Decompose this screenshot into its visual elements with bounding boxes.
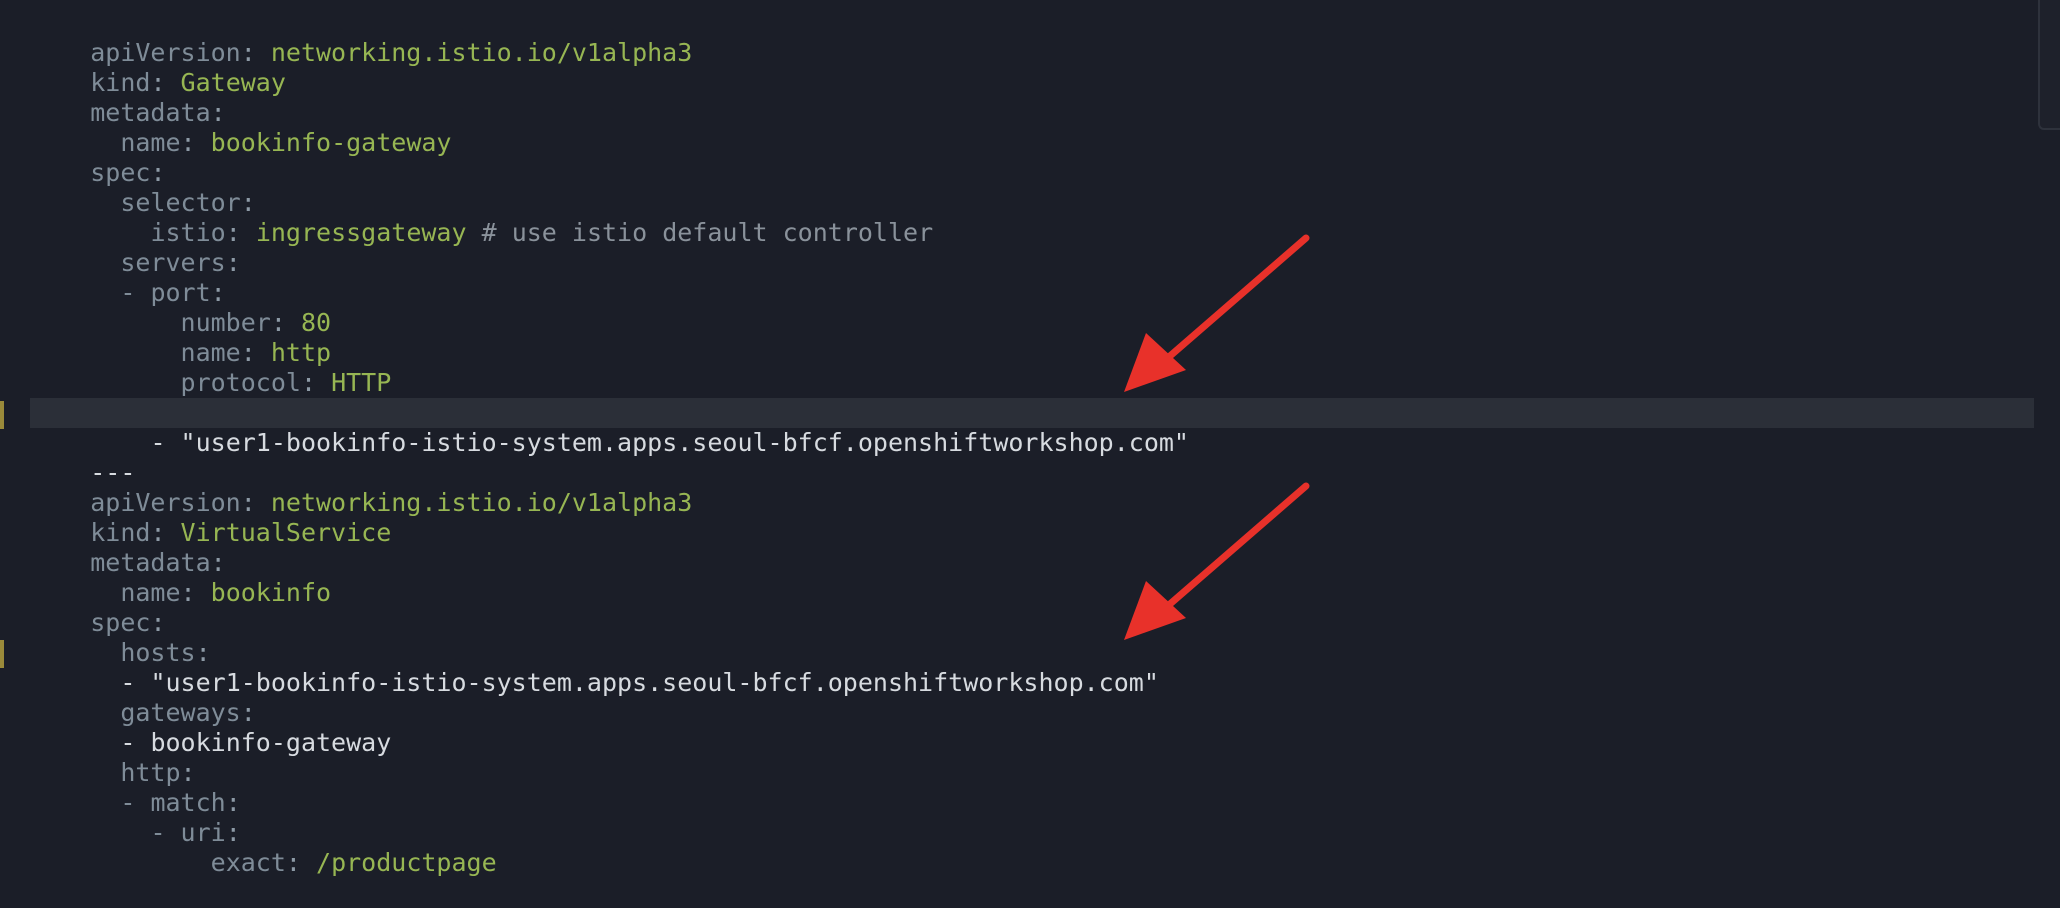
code-line: apiVersion: networking.istio.io/v1alpha3: [30, 458, 692, 517]
code-line: exact: /productpage: [30, 818, 497, 877]
code-line: - uri:: [30, 788, 240, 847]
host-string: "user1-bookinfo-istio-system.apps.seoul-…: [150, 668, 1159, 697]
code-line: protocol: HTTP: [30, 338, 392, 397]
scrollbar-thumb[interactable]: [2038, 0, 2060, 130]
code-line: servers:: [30, 218, 240, 277]
list-dash: -: [150, 428, 181, 457]
yaml-value: bookinfo: [210, 578, 332, 607]
yaml-value: HTTP: [331, 368, 392, 397]
yaml-value: ingressgateway: [255, 218, 467, 247]
code-line: - bookinfo-gateway: [30, 698, 391, 757]
code-line: metadata:: [30, 68, 225, 127]
yaml-comment: # use istio default controller: [481, 218, 934, 247]
code-line: gateways:: [30, 668, 255, 727]
modified-line-marker: [0, 640, 4, 668]
code-line: name: http: [30, 308, 332, 367]
modified-line-marker: [0, 401, 4, 429]
code-line: istio: ingressgateway # use istio defaul…: [30, 188, 933, 247]
code-line: name: bookinfo-gateway: [30, 98, 451, 157]
colon: :: [285, 848, 317, 877]
code-line: kind: VirtualService: [30, 488, 391, 547]
yaml-value: bookinfo-gateway: [210, 128, 452, 157]
code-line: spec:: [30, 578, 165, 637]
colon: :: [300, 368, 332, 397]
current-line[interactable]: - "user1-bookinfo-istio-system.apps.seou…: [30, 398, 2034, 457]
code-line: name: bookinfo: [30, 548, 331, 607]
code-line: hosts:: [30, 608, 210, 667]
code-line: ---: [30, 428, 135, 487]
colon: :: [180, 128, 211, 157]
code-line: selector:: [30, 158, 255, 217]
colon: :: [180, 578, 211, 607]
vertical-scrollbar[interactable]: [2038, 0, 2060, 856]
yaml-key: exact: [210, 848, 286, 877]
code-line: - "user1-bookinfo-istio-system.apps.seou…: [30, 638, 1159, 697]
code-line: kind: Gateway: [30, 38, 286, 97]
code-line: http:: [30, 728, 195, 787]
colon: :: [225, 248, 241, 277]
code-editor[interactable]: apiVersion: networking.istio.io/v1alpha3…: [0, 0, 2040, 877]
host-string: "user1-bookinfo-istio-system.apps.seoul-…: [180, 428, 1189, 457]
code-line: spec:: [30, 128, 165, 187]
yaml-value: networking.istio.io/v1alpha3: [270, 38, 693, 67]
code-line: metadata:: [30, 518, 225, 577]
code-line: hosts:: [30, 368, 240, 427]
code-line: apiVersion: networking.istio.io/v1alpha3: [30, 8, 692, 67]
code-line: - match:: [30, 758, 240, 817]
yaml-value: /productpage: [316, 848, 497, 877]
code-line: - port:: [30, 248, 225, 307]
code-line: number: 80: [30, 278, 332, 337]
